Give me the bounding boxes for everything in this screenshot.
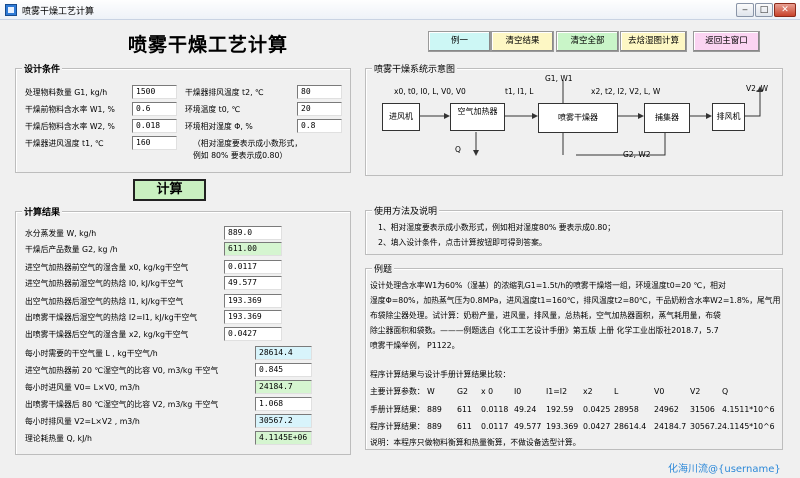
example-text-line: 喷雾干燥举例， P1122。 [370,341,460,350]
comparison-cell: 28958 [614,405,639,414]
usage-legend: 使用方法及说明 [372,204,440,217]
comparison-cell: 611 [457,405,472,414]
example-text-line: 湿度Φ=80%，加热蒸气压为0.8MPa，进风温度t1=160℃，排风温度t2=… [370,296,781,305]
comparison-cell: 主要计算参数： [370,387,425,396]
comparison-cell: I1=I2 [546,387,568,396]
comparison-cell: x2 [583,387,593,396]
comparison-cell: 手册计算结果： [370,405,425,414]
heater-outlet-label: t1, I1, L [505,87,534,96]
usage-line: 1、相对湿度要表示成小数形式，例如相对湿度80% 要表示成0.80； [378,223,616,232]
comparison-cell: 程序计算结果： [370,422,425,431]
usage-line: 2、填入设计条件，点击计算按钮即可得到答案。 [378,238,547,247]
comparison-cell: V2 [690,387,701,396]
comparison-cell: V0 [654,387,665,396]
comparison-cell: 0.0118 [481,405,509,414]
spray-dryer-box: 喷雾干燥器 [538,103,618,133]
comparison-cell: I0 [514,387,522,396]
comparison-cell: 30567.2 [690,422,723,431]
comparison-cell: 24184.7 [654,422,687,431]
comparison-cell: 193.369 [546,422,579,431]
comparison-cell: 192.59 [546,405,574,414]
inlet-fan-box: 进风机 [382,103,420,131]
comparison-cell: G2 [457,387,469,396]
comparison-cell: 4.1145*10^6 [722,422,775,431]
comparison-cell: 0.0427 [583,422,611,431]
feed-label: G1, W1 [545,74,573,83]
exhaust-fan-box: 排风机 [712,103,745,131]
air-heater-box: 空气加热器 [450,103,505,131]
comparison-cell: W [427,387,435,396]
comparison-cell: 0.0117 [481,422,509,431]
inlet-state-label: x0, t0, I0, L, V0, V0 [394,87,466,96]
example-text-line: 布袋除尘器处理。试计算：奶粉产量，进风量，排风量，总热耗，空气加热器面积，蒸气耗… [370,311,721,320]
watermark: 化海川流@{username} [668,464,781,475]
example-text-line: 除尘器面积和袋数。———例题选自《化工工艺设计手册》第五版 上册 化学工业出版社… [370,326,719,335]
comparison-cell: x 0 [481,387,494,396]
comparison-cell: 49.24 [514,405,537,414]
example-text-line: 设计处理含水率W1为60%（湿基）的浓缩乳G1=1.5t/h的喷雾干燥塔一组，环… [370,281,726,290]
example-legend: 例题 [372,262,395,275]
comparison-cell: 889 [427,422,442,431]
comparison-cell: 0.0425 [583,405,611,414]
comparison-cell: 49.577 [514,422,542,431]
comparison-cell: 31506 [690,405,715,414]
outlet-state-label: x2, t2, I2, V2, L, W [591,87,661,96]
collector-box: 捕集器 [644,103,690,133]
comparison-cell: 4.1511*10^6 [722,405,775,414]
heat-label: Q [455,145,461,154]
exhaust-label: V2, W [746,84,769,93]
comparison-cell: 24962 [654,405,679,414]
product-label: G2, W2 [623,150,651,159]
program-note: 说明：本程序只做物料衡算和热量衡算，不做设备选型计算。 [370,438,581,447]
comparison-cell: Q [722,387,729,396]
comparison-cell: 28614.4 [614,422,647,431]
comparison-cell: 889 [427,405,442,414]
comparison-cell: L [614,387,619,396]
comparison-title: 程序计算结果与设计手册计算结果比较： [370,370,511,379]
comparison-cell: 611 [457,422,472,431]
